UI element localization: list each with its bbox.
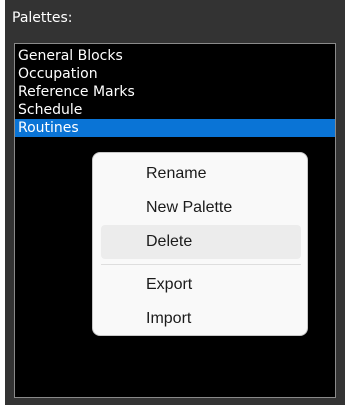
palette-item-schedule[interactable]: Schedule [15, 101, 335, 119]
palettes-title: Palettes: [12, 10, 73, 26]
palette-item-general-blocks[interactable]: General Blocks [15, 47, 335, 65]
import-menu-item[interactable]: Import [101, 302, 301, 336]
export-menu-item[interactable]: Export [101, 268, 301, 302]
delete-menu-item[interactable]: Delete [101, 225, 301, 259]
context-menu: Rename New Palette Delete Export Import [92, 152, 308, 336]
palette-item-reference-marks[interactable]: Reference Marks [15, 83, 335, 101]
menu-separator [101, 264, 301, 265]
rename-menu-item[interactable]: Rename [101, 157, 301, 191]
new-palette-menu-item[interactable]: New Palette [101, 191, 301, 225]
palette-item-occupation[interactable]: Occupation [15, 65, 335, 83]
palette-item-routines[interactable]: Routines [15, 119, 335, 137]
